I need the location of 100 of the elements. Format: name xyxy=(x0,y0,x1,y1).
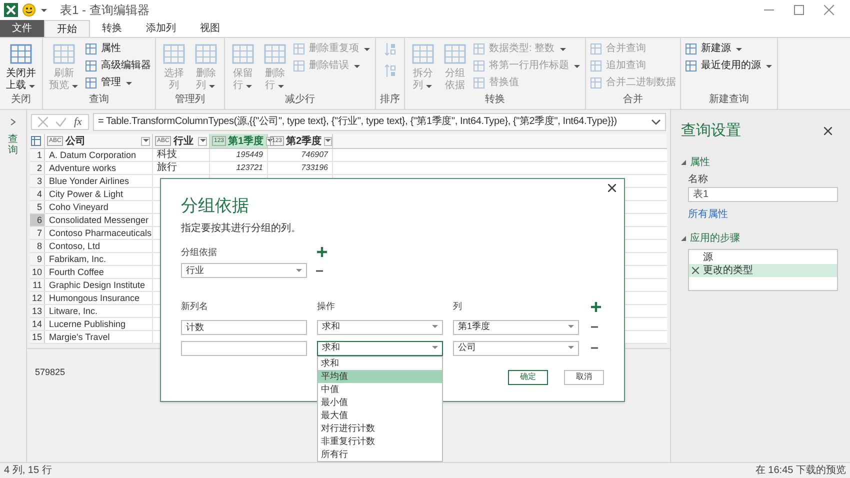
caret-icon xyxy=(208,84,216,88)
delete-icon[interactable] xyxy=(692,266,699,274)
filter-dropdown[interactable] xyxy=(324,136,332,146)
row-number[interactable]: 9 xyxy=(30,253,45,265)
row-number[interactable]: 15 xyxy=(30,331,45,343)
ribbon-button[interactable]: 新建源 xyxy=(685,42,773,56)
table-cell: A. Datum Corporation xyxy=(45,149,153,161)
filter-dropdown[interactable] xyxy=(141,136,150,146)
ribbon-button[interactable]: 管理 xyxy=(85,76,151,90)
table-icon xyxy=(590,77,602,89)
collapse-triangle-icon[interactable] xyxy=(681,160,686,164)
row-number[interactable]: 11 xyxy=(30,279,45,291)
ribbon-button[interactable]: 关闭并 上载 xyxy=(4,42,38,92)
expand-icon[interactable] xyxy=(10,118,16,126)
ribbon-group-label: 合并 xyxy=(622,92,644,107)
table-menu-icon[interactable] xyxy=(31,136,43,146)
dialog-button[interactable]: 取消 xyxy=(564,370,604,384)
close-icon[interactable] xyxy=(608,184,616,192)
caret-icon[interactable] xyxy=(40,8,48,12)
column-name: 第1季度 xyxy=(228,134,264,148)
table-cell: 733196 xyxy=(268,162,333,174)
table-cell: Lucerne Publishing xyxy=(45,318,153,330)
ribbon-tab[interactable]: 文件 xyxy=(0,20,44,37)
ribbon-tab[interactable]: 添加列 xyxy=(134,20,188,37)
dropdown-option[interactable]: 求和 xyxy=(318,356,442,370)
dialog-subtitle: 指定要按其进行分组的列。 xyxy=(181,222,302,236)
caret-icon xyxy=(735,46,743,52)
window-title: 表1 - 查询编辑器 xyxy=(60,2,150,19)
table-cell: Coho Vineyard xyxy=(45,201,153,213)
table-cell: Contoso Pharmaceuticals xyxy=(45,227,153,239)
dropdown-field[interactable]: 求和 xyxy=(317,340,443,356)
applied-step[interactable]: 更改的类型 xyxy=(689,264,837,276)
formula-bar[interactable]: = Table.TransformColumnTypes(源,{{"公司", type text}, {"行业", type text}, {"第1季度", Int64.Type}, {"第2季度", Int64.Type}}) xyxy=(92,113,666,131)
ribbon-button[interactable]: 最近使用的源 xyxy=(685,59,773,73)
name-input-field[interactable]: 计数 xyxy=(181,320,307,334)
all-properties-link[interactable]: 所有属性 xyxy=(688,206,840,222)
table-icon xyxy=(443,42,467,66)
table-icon xyxy=(685,60,697,72)
function-icon[interactable]: fx xyxy=(74,114,82,130)
dropdown-option[interactable]: 对行进行计数 xyxy=(318,422,442,434)
column-label: 列 xyxy=(453,300,463,313)
row-number[interactable]: 14 xyxy=(30,318,45,330)
row-number[interactable]: 5 xyxy=(30,201,45,213)
dialog-button[interactable]: 确定 xyxy=(508,370,548,384)
preview-value: 579825 xyxy=(35,367,66,377)
table-cell: 195449 xyxy=(210,149,268,161)
table-cell: Margie's Travel xyxy=(45,331,153,343)
caret-icon xyxy=(324,139,331,143)
row-number[interactable]: 10 xyxy=(30,266,45,278)
maximize-icon[interactable] xyxy=(794,5,804,15)
dropdown-field[interactable]: 求和 xyxy=(317,320,443,334)
add-icon[interactable] xyxy=(317,247,327,258)
table-cell: City Power & Light xyxy=(45,188,153,200)
dropdown-option[interactable]: 最大值 xyxy=(318,408,442,422)
ribbon-button[interactable]: 高级编辑器 xyxy=(85,59,151,73)
smiley-icon[interactable] xyxy=(22,3,36,17)
dropdown-field[interactable]: 第1季度 xyxy=(453,320,579,334)
table-icon xyxy=(473,43,485,55)
dropdown-field[interactable]: 公司 xyxy=(453,340,579,356)
row-number[interactable]: 1 xyxy=(30,149,45,161)
caret-icon xyxy=(568,346,574,350)
column-label: 操作 xyxy=(317,300,336,313)
add-icon[interactable] xyxy=(591,302,601,312)
row-number[interactable]: 12 xyxy=(30,292,45,304)
caret-icon xyxy=(432,346,438,350)
table-icon xyxy=(685,43,697,55)
row-number[interactable]: 6 xyxy=(30,214,45,226)
applied-step[interactable]: 源 xyxy=(689,250,837,264)
row-number[interactable]: 4 xyxy=(30,188,45,200)
row-number[interactable]: 7 xyxy=(30,227,45,239)
table-icon xyxy=(85,77,97,89)
close-icon[interactable] xyxy=(824,127,832,136)
table-icon xyxy=(473,77,485,89)
filter-dropdown[interactable] xyxy=(198,136,207,146)
navigator-label[interactable]: 查询 xyxy=(8,134,18,156)
dropdown-option[interactable]: 非重复行计数 xyxy=(318,434,442,448)
table-cell: Adventure works xyxy=(45,162,153,174)
collapse-triangle-icon[interactable] xyxy=(681,236,686,240)
row-number[interactable]: 8 xyxy=(30,240,45,252)
row-number[interactable]: 13 xyxy=(30,305,45,317)
dropdown-option[interactable]: 中值 xyxy=(318,382,442,396)
name-input-field[interactable] xyxy=(181,340,307,356)
table-icon xyxy=(590,60,602,72)
row-number[interactable]: 3 xyxy=(30,175,45,187)
name-field[interactable]: 表1 xyxy=(688,186,838,202)
ribbon-tab[interactable]: 视图 xyxy=(188,20,232,37)
chevron-down-icon xyxy=(651,119,661,125)
dropdown-option[interactable]: 平均值 xyxy=(318,370,442,382)
dropdown-option[interactable]: 所有行 xyxy=(318,448,442,460)
ribbon-tab[interactable]: 开始 xyxy=(44,20,90,37)
dropdown-option[interactable]: 最小值 xyxy=(318,396,442,408)
caret-icon xyxy=(266,139,273,143)
table-icon xyxy=(231,42,255,66)
table-icon xyxy=(162,42,186,66)
ribbon-tab[interactable]: 转换 xyxy=(90,20,134,37)
row-number[interactable]: 2 xyxy=(30,162,45,174)
column-name: 公司 xyxy=(65,134,86,148)
dropdown-field[interactable]: 行业 xyxy=(181,263,307,278)
ribbon-button[interactable]: 属性 xyxy=(85,42,151,56)
caret-icon xyxy=(353,64,361,68)
